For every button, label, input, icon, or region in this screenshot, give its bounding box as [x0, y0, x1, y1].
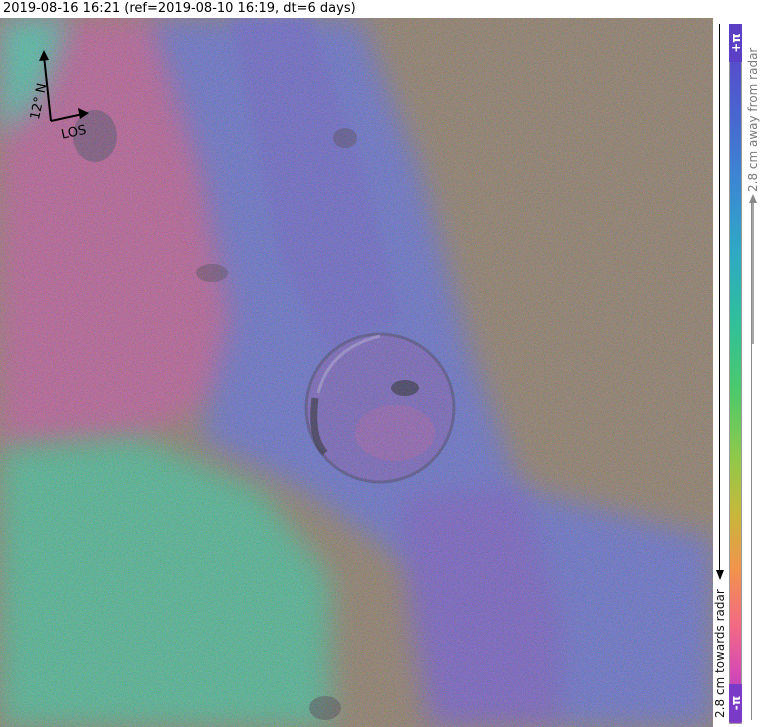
towards-arrow-shaft [719, 24, 720, 570]
colorbar-bottom-label: -π [728, 695, 743, 711]
los-arrowhead-icon [78, 108, 89, 119]
towards-radar-label: 2.8 cm towards radar [713, 589, 727, 718]
away-arrow-icon [749, 194, 757, 344]
interferogram-canvas [0, 18, 713, 727]
colorbar-bottom-cap: -π [728, 684, 743, 722]
image-title: 2019-08-16 16:21 (ref=2019-08-10 16:19, … [3, 1, 356, 16]
interferogram-map [0, 18, 713, 727]
los-arrow-icon [50, 113, 84, 122]
north-arrowhead-icon [39, 50, 49, 61]
colorbar-top-label: +π [728, 33, 743, 53]
phase-colorbar [729, 24, 742, 724]
away-from-radar-label: 2.8 cm away from radar [746, 47, 760, 192]
towards-arrowhead-icon [716, 570, 724, 580]
phase-noise-overlay [0, 18, 713, 727]
away-arrow-shaft [751, 200, 752, 720]
colorbar-top-cap: +π [728, 24, 743, 62]
